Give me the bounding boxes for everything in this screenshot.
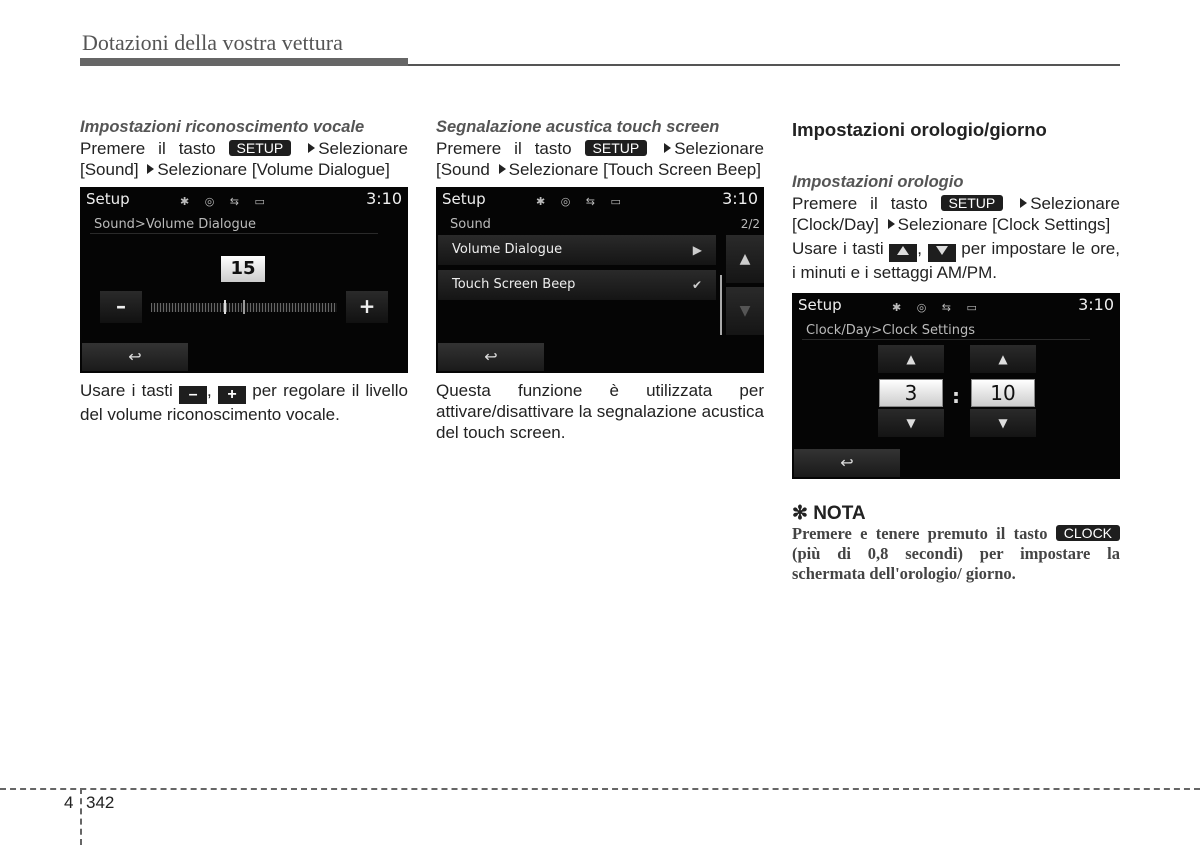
divider: [90, 233, 378, 234]
instruction-text: Premere il tasto SETUP Selezionare [Soun…: [80, 138, 408, 180]
section-subheading: Impostazioni riconoscimento vocale: [80, 118, 365, 136]
scroll-up-button[interactable]: ▲: [726, 235, 764, 283]
breadcrumb: Sound>Volume Dialogue: [94, 217, 256, 232]
menu-item-volume-dialogue[interactable]: Volume Dialogue ▶: [438, 235, 716, 265]
screen-title: Setup: [798, 296, 842, 314]
divider: [802, 339, 1090, 340]
minute-up-button[interactable]: ▲: [970, 345, 1036, 373]
page-indicator: 2/2: [740, 217, 760, 231]
minute-down-button[interactable]: ▼: [970, 409, 1036, 437]
back-button[interactable]: ↩: [82, 343, 188, 371]
section-voice-recognition: Impostazioni riconoscimento vocale Preme…: [80, 117, 408, 425]
screen-clock: 3:10: [722, 189, 758, 208]
hour-value: 3: [879, 379, 943, 407]
plus-key-icon: +: [218, 386, 247, 404]
volume-down-button[interactable]: –: [100, 291, 142, 323]
text: Selezionare [Touch Screen Beep]: [508, 160, 761, 179]
setup-key-label: SETUP: [940, 195, 1004, 211]
text: Selezionare [Clock Settings]: [897, 215, 1111, 234]
setup-key-label: SETUP: [228, 140, 292, 156]
usage-text: Usare i tasti , per impostare le ore, i …: [792, 239, 1120, 282]
status-icons: ✱ ◎ ⇆ ▭: [180, 195, 271, 208]
section-subheading: Impostazioni orologio: [792, 173, 964, 191]
arrow-right-icon: [664, 143, 672, 153]
instruction-text: Premere il tasto SETUP Selezionare [Soun…: [436, 138, 764, 180]
text: Usare i tasti: [80, 381, 173, 400]
arrow-right-icon: [887, 219, 895, 229]
chevron-right-icon: ▶: [692, 243, 702, 257]
status-icons: ✱ ◎ ⇆ ▭: [892, 301, 983, 314]
page-header-title: Dotazioni della vostra vettura: [82, 30, 343, 55]
up-key-icon: [889, 244, 918, 262]
checkmark-icon: ✔: [691, 278, 702, 292]
text: Premere il tasto: [436, 139, 572, 158]
clock-key-label: CLOCK: [1055, 525, 1121, 541]
note-text: Premere e tenere premuto il tasto CLOCK …: [792, 524, 1121, 584]
status-icons: ✱ ◎ ⇆ ▭: [536, 195, 627, 208]
header-bar: [80, 58, 408, 66]
note-heading: ✻ NOTA: [792, 503, 866, 524]
page-number: 342: [86, 793, 115, 812]
volume-up-button[interactable]: +: [346, 291, 388, 323]
description-text: Questa funzione è utilizzata per attivar…: [436, 381, 764, 442]
time-separator: :: [952, 384, 960, 408]
volume-value: 15: [221, 256, 265, 282]
arrow-right-icon: [308, 143, 316, 153]
text: (più di 0,8 secondi) per impostare la sc…: [792, 544, 1120, 583]
volume-dialogue-screen: Setup ✱ ◎ ⇆ ▭ 3:10 Sound>Volume Dialogue…: [80, 187, 408, 373]
text: Usare i tasti: [792, 239, 884, 258]
breadcrumb: Clock/Day>Clock Settings: [806, 323, 976, 338]
section-heading: Impostazioni orologio/giorno: [792, 119, 1047, 140]
text: Selezionare [Volume Dialogue]: [157, 160, 390, 179]
volume-slider-center-mark: [243, 300, 245, 314]
screen-clock: 3:10: [1078, 295, 1114, 314]
menu-item-touch-screen-beep[interactable]: Touch Screen Beep ✔: [438, 270, 716, 300]
volume-slider-handle[interactable]: [223, 300, 226, 314]
clock-settings-screen: Setup ✱ ◎ ⇆ ▭ 3:10 Clock/Day>Clock Setti…: [792, 293, 1120, 479]
minute-value: 10: [971, 379, 1035, 407]
text: Premere il tasto: [792, 194, 928, 213]
screen-clock: 3:10: [366, 189, 402, 208]
back-button[interactable]: ↩: [794, 449, 900, 477]
sound-menu-screen: Setup ✱ ◎ ⇆ ▭ 3:10 Sound 2/2 Volume Dial…: [436, 187, 764, 373]
menu-item-label: Volume Dialogue: [452, 242, 563, 257]
instruction-text: Premere il tasto SETUP Selezionare [Cloc…: [792, 193, 1120, 235]
chapter-number: 4: [64, 793, 74, 812]
arrow-right-icon: [1020, 198, 1028, 208]
screen-title: Setup: [442, 190, 486, 208]
breadcrumb: Sound: [450, 217, 491, 232]
hour-down-button[interactable]: ▼: [878, 409, 944, 437]
screen-title: Setup: [86, 190, 130, 208]
menu-item-label: Touch Screen Beep: [452, 277, 576, 292]
text: Premere e tenere premuto il tasto: [792, 524, 1048, 543]
section-subheading: Segnalazione acustica touch screen: [436, 118, 720, 136]
section-touch-beep: Segnalazione acustica touch screen Preme…: [436, 117, 764, 443]
footer-divider: [80, 788, 82, 845]
hour-up-button[interactable]: ▲: [878, 345, 944, 373]
header-rule: [408, 64, 1120, 66]
back-button[interactable]: ↩: [438, 343, 544, 371]
section-clock-day: Impostazioni orologio/giorno Impostazion…: [792, 117, 1121, 584]
down-key-icon: [927, 244, 956, 262]
minus-key-icon: –: [179, 386, 208, 404]
setup-key-label: SETUP: [584, 140, 648, 156]
arrow-right-icon: [498, 164, 506, 174]
arrow-right-icon: [147, 164, 155, 174]
scroll-down-button[interactable]: ▼: [726, 287, 764, 335]
scrollbar[interactable]: [720, 275, 722, 335]
usage-text: Usare i tasti –, + per regolare il livel…: [80, 381, 409, 424]
footer-rule: [0, 788, 1200, 790]
text: Premere il tasto: [80, 139, 216, 158]
